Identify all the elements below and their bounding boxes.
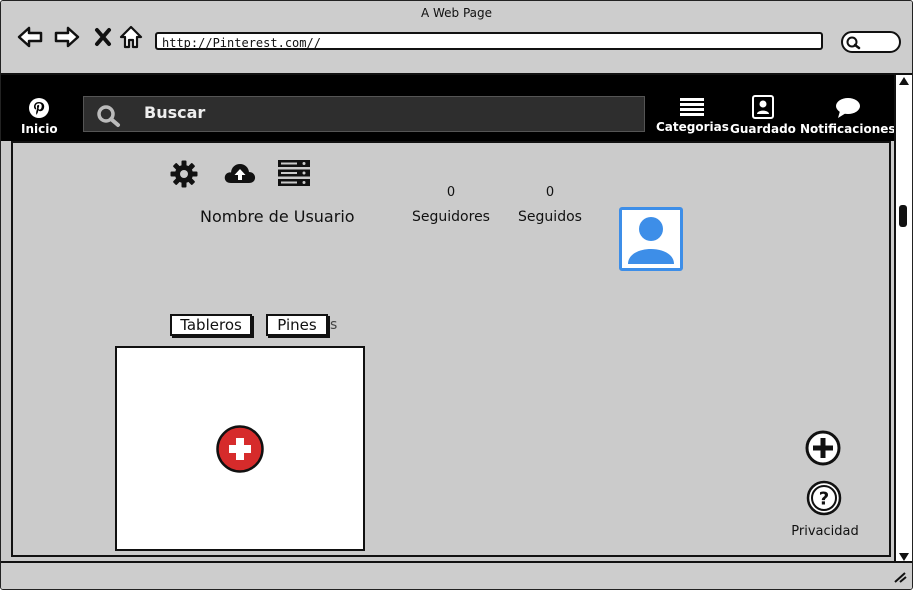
nav-home[interactable]: Inicio (21, 97, 58, 136)
nav-home-label: Inicio (21, 122, 58, 136)
pinterest-logo-icon (28, 97, 50, 122)
address-bar[interactable]: http://Pinterest.com// (155, 32, 823, 50)
nav-notifications-label: Notificaciones (800, 122, 896, 136)
followers-count: 0 (446, 185, 456, 200)
svg-text:?: ? (819, 489, 829, 510)
privacy-label[interactable]: Privacidad (783, 524, 867, 539)
add-board-plus-icon[interactable] (216, 425, 264, 473)
window-title: A Web Page (420, 6, 493, 20)
avatar[interactable] (619, 207, 683, 271)
username: Nombre de Usuario (200, 207, 355, 226)
scrollbar-thumb[interactable] (899, 205, 907, 227)
browser-search-field[interactable] (841, 31, 901, 53)
profile-page: Nombre de Usuario 0 Seguidores 0 Seguido… (11, 141, 891, 557)
gear-icon[interactable] (169, 159, 199, 193)
tab-overflow-text: s (330, 317, 338, 333)
forward-arrow-icon[interactable] (54, 23, 80, 51)
tab-boards[interactable]: Tableros (170, 314, 252, 336)
nav-saved[interactable]: Guardado (730, 95, 796, 136)
search-icon (845, 35, 861, 54)
nav-saved-label: Guardado (730, 122, 796, 136)
close-x-icon[interactable] (90, 23, 116, 51)
vertical-scrollbar[interactable] (894, 75, 912, 565)
following-label[interactable]: Seguidos (500, 209, 600, 225)
browser-window: A Web Page http://Pinterest.com// Inicio (0, 0, 913, 590)
resize-grip-icon[interactable] (893, 571, 907, 586)
tab-pins[interactable]: Pines (266, 314, 328, 336)
add-pin-plus-icon[interactable] (805, 430, 841, 470)
server-list-icon[interactable] (277, 159, 311, 191)
following-count: 0 (545, 185, 555, 200)
create-board-card[interactable] (115, 346, 365, 551)
list-menu-icon (679, 97, 705, 120)
saved-profile-icon (751, 95, 775, 122)
browser-toolbar: A Web Page http://Pinterest.com// (1, 1, 912, 75)
scroll-up-arrow-icon[interactable] (899, 77, 909, 85)
nav-categories-label: Categorias (656, 120, 729, 134)
nav-notifications[interactable]: Notificaciones (800, 97, 896, 136)
back-arrow-icon[interactable] (17, 23, 43, 51)
speech-bubble-icon (834, 97, 862, 122)
app-header: Inicio Buscar Categorias Guardado Notifi (1, 75, 896, 141)
status-bar (1, 561, 912, 589)
search-input[interactable]: Buscar (83, 96, 645, 132)
user-avatar-icon (622, 210, 680, 268)
nav-categories[interactable]: Categorias (656, 97, 729, 134)
search-placeholder: Buscar (144, 103, 206, 122)
home-icon[interactable] (118, 23, 144, 51)
followers-label[interactable]: Seguidores (401, 209, 501, 225)
cloud-upload-icon[interactable] (223, 159, 257, 193)
scroll-down-arrow-icon[interactable] (899, 553, 909, 561)
question-mark-icon[interactable]: ? (806, 480, 842, 520)
search-icon (96, 104, 122, 132)
